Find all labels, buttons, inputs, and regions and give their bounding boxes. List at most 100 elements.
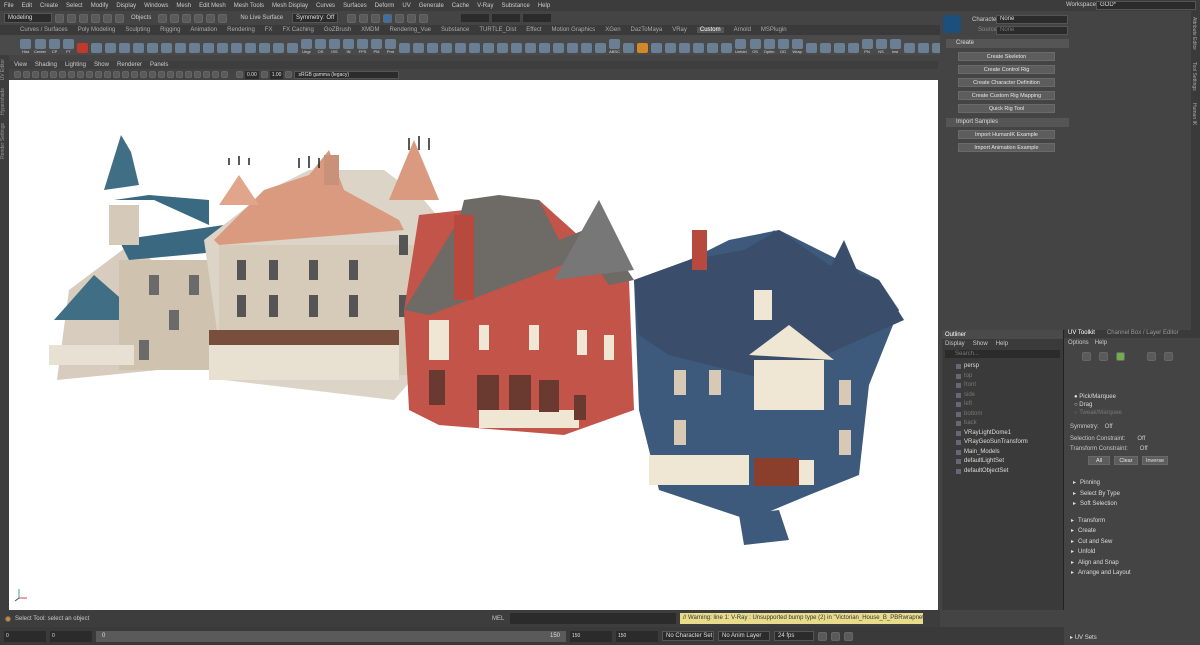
gamma-field[interactable]: 1.00 — [269, 70, 284, 79]
shelf-tool-icon[interactable]: NS — [875, 37, 887, 54]
hik-import-button-1[interactable]: Import Animation Example — [958, 143, 1055, 152]
shelf-tool-icon[interactable]: Wrap — [791, 37, 803, 54]
outliner-item[interactable]: front — [956, 381, 1063, 391]
menu-file[interactable]: File — [4, 3, 14, 9]
uv-subsection-2[interactable]: Soft Selection — [1070, 500, 1200, 511]
range-slider[interactable]: 0 150 — [96, 630, 566, 642]
shelf-tab-rendering[interactable]: Rendering — [227, 27, 255, 33]
smooth-shade-icon[interactable] — [122, 71, 129, 78]
shelf-tool-icon[interactable] — [441, 37, 453, 54]
shelf-tool-icon[interactable] — [231, 37, 243, 54]
uv-sets-footer[interactable]: ▸ UV Sets — [1070, 634, 1097, 641]
pause-render-icon[interactable] — [419, 13, 429, 23]
shelf-tab-turtle-dist[interactable]: TURTLE_Dist — [479, 27, 516, 33]
shelf-tool-icon[interactable] — [721, 37, 733, 54]
shelf-tool-icon[interactable]: FPS — [357, 37, 369, 54]
uv-toolkit-tab[interactable]: UV Toolkit — [1068, 330, 1095, 338]
menu-windows[interactable]: Windows — [144, 3, 168, 9]
shelf-tool-icon[interactable]: Center — [34, 37, 46, 54]
shelf-tool-icon[interactable]: PN — [861, 37, 873, 54]
shelf-tab-motion-graphics[interactable]: Motion Graphics — [552, 27, 596, 33]
range-end-field[interactable]: 150 — [616, 630, 658, 642]
menu-substance[interactable]: Substance — [501, 3, 529, 9]
redo-icon[interactable] — [103, 13, 112, 23]
shelf-tool-icon[interactable]: FT — [63, 37, 75, 54]
fps-dropdown[interactable]: 24 fps — [774, 631, 814, 641]
outliner-menu-display[interactable]: Display — [945, 341, 965, 347]
shelf-tool-icon[interactable] — [273, 37, 285, 54]
shelf-tool-icon[interactable] — [917, 37, 929, 54]
range-start-field[interactable]: 0 — [4, 630, 46, 642]
shelf-tool-icon[interactable]: DD — [777, 37, 789, 54]
gamma-icon[interactable] — [260, 71, 268, 78]
viewport-menu-renderer[interactable]: Renderer — [117, 62, 142, 68]
shelf-tool-icon[interactable] — [847, 37, 859, 54]
shelf-tool-icon[interactable] — [217, 37, 229, 54]
select-mode-radio[interactable]: ○ Drag — [1074, 402, 1200, 410]
menu-edit-mesh[interactable]: Edit Mesh — [199, 3, 226, 9]
shelf-tool-icon[interactable] — [665, 37, 677, 54]
x-field[interactable] — [461, 14, 490, 22]
ambient-occlusion-icon[interactable] — [158, 71, 165, 78]
anti-alias-icon[interactable] — [176, 71, 183, 78]
viewport-menu-view[interactable]: View — [14, 62, 27, 68]
resolution-gate-icon[interactable] — [68, 71, 75, 78]
uv-ccw-icon[interactable] — [1164, 352, 1173, 361]
shelf-tab-fx-caching[interactable]: FX Caching — [282, 27, 313, 33]
new-scene-icon[interactable] — [55, 13, 64, 23]
shelf-tool-icon[interactable] — [287, 37, 299, 54]
shelf-tool-icon[interactable] — [651, 37, 663, 54]
shelf-tool-icon[interactable]: Ungr — [301, 37, 313, 54]
snap-surface-icon[interactable] — [218, 13, 228, 23]
uv-edge-icon[interactable] — [1147, 352, 1156, 361]
shelf-tool-icon[interactable] — [553, 37, 565, 54]
transform-constraint-value[interactable]: Off — [1140, 446, 1148, 452]
color-management-icon[interactable] — [285, 71, 293, 78]
shelf-tool-icon[interactable] — [77, 37, 89, 54]
outliner-item[interactable]: back — [956, 419, 1063, 429]
shelf-tool-icon[interactable]: Hist — [20, 37, 31, 54]
right-tab-2[interactable]: Human IK — [1191, 97, 1197, 131]
shelf-tool-icon[interactable]: OS — [749, 37, 761, 54]
hypershade-icon[interactable] — [383, 13, 393, 23]
shelf-tab-curves-surfaces[interactable]: Curves / Surfaces — [20, 27, 68, 33]
character-set-dropdown[interactable]: No Character Set — [662, 631, 714, 641]
shelf-tab-daztomaya[interactable]: DazToMaya — [631, 27, 663, 33]
uv-section-3[interactable]: Unfold — [1068, 548, 1200, 559]
shelf-tool-icon[interactable] — [805, 37, 817, 54]
motion-blur-icon[interactable] — [167, 71, 174, 78]
select-by-type-icon[interactable] — [158, 13, 168, 23]
shelf-tool-icon[interactable]: Inst — [889, 37, 901, 54]
outliner-item[interactable]: defaultLightSet — [956, 457, 1063, 467]
shelf-tool-icon[interactable]: Unfold — [735, 37, 747, 54]
shelf-tab-rigging[interactable]: Rigging — [160, 27, 180, 33]
shelf-tool-icon[interactable] — [147, 37, 159, 54]
shelf-tool-icon[interactable]: Prnt — [385, 37, 397, 54]
menu-cache[interactable]: Cache — [452, 3, 469, 9]
gate-mask-icon[interactable] — [77, 71, 84, 78]
shelf-tool-icon[interactable] — [105, 37, 117, 54]
menu-mesh[interactable]: Mesh — [176, 3, 191, 9]
shelf-tab-poly-modeling[interactable]: Poly Modeling — [78, 27, 116, 33]
menu-modify[interactable]: Modify — [91, 3, 109, 9]
shelf-tool-icon[interactable] — [637, 37, 649, 54]
uv-shell-icon[interactable] — [1082, 352, 1091, 361]
grid-icon[interactable] — [50, 71, 57, 78]
outliner-tab[interactable]: Outliner — [945, 332, 966, 338]
select-all-button[interactable]: All — [1088, 456, 1110, 465]
shelf-tool-icon[interactable]: IN — [343, 37, 355, 54]
xray-joints-icon[interactable] — [212, 71, 219, 78]
snap-grid-icon[interactable] — [170, 13, 180, 23]
select-clear-button[interactable]: Clear — [1114, 456, 1138, 465]
channel-box-tab[interactable]: Channel Box / Layer Editor — [1107, 330, 1179, 338]
outliner-item[interactable]: Main_Models — [956, 448, 1063, 458]
shelf-tab-arnold[interactable]: Arnold — [734, 27, 751, 33]
uv-section-5[interactable]: Arrange and Layout — [1068, 569, 1200, 580]
shelf-tool-icon[interactable]: ABSC — [609, 37, 621, 54]
character-dropdown[interactable]: None — [996, 15, 1068, 24]
uv-subsection-0[interactable]: Pinning — [1070, 479, 1200, 490]
uv-section-0[interactable]: Transform — [1068, 517, 1200, 528]
depth-of-field-icon[interactable] — [185, 71, 192, 78]
viewport-menu-lighting[interactable]: Lighting — [65, 62, 86, 68]
shelf-tool-icon[interactable]: ISS — [329, 37, 341, 54]
